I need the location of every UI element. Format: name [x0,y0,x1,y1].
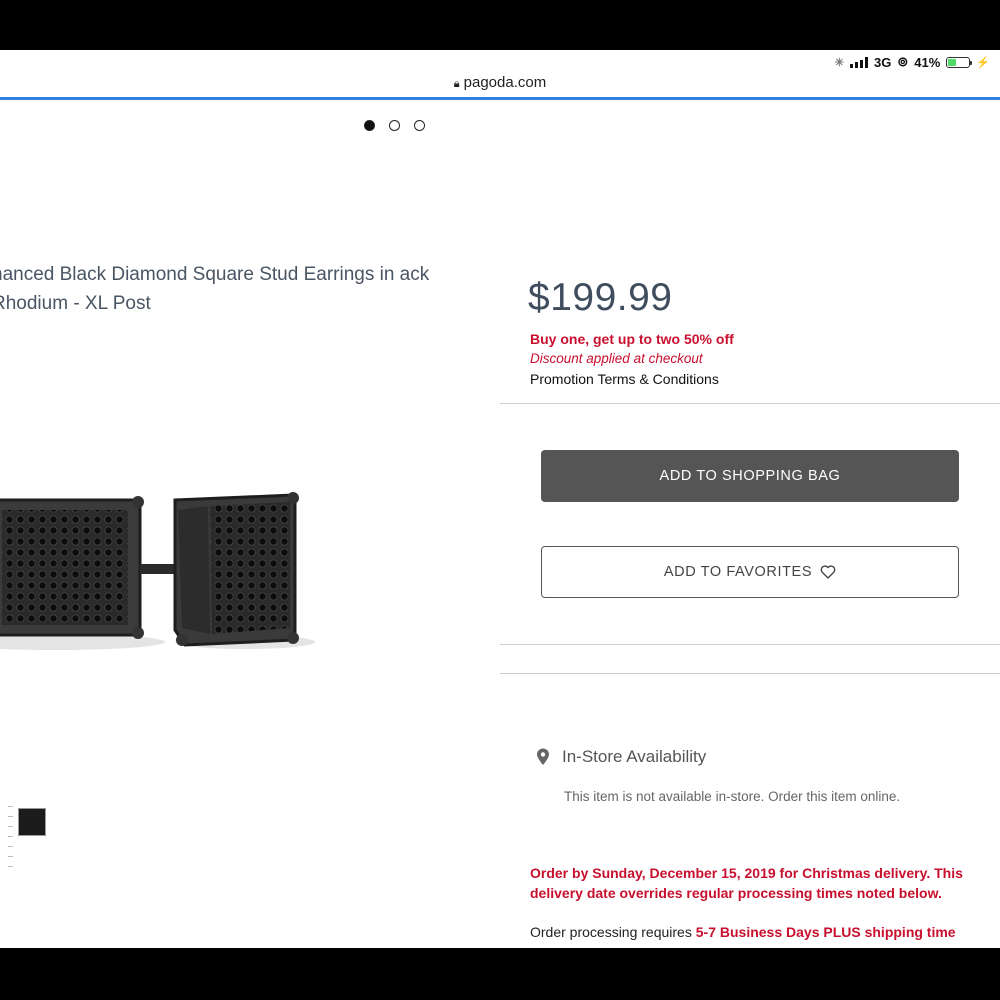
in-store-availability-label: In-Store Availability [562,747,707,766]
product-thumbnail[interactable] [18,808,46,836]
processing-time-notice: Order processing requires 5-7 Business D… [530,924,980,940]
battery-percent: 41% [914,54,941,70]
status-indicators: ✳ 3G ⊚ 41% ⚡ [835,54,990,70]
product-price: $199.99 [528,276,673,319]
divider [500,673,1000,674]
lock-icon: 🔒︎ [453,78,460,90]
battery-fill [948,58,957,66]
carousel-dot[interactable] [389,120,400,131]
activity-spinner-icon: ✳ [834,56,845,69]
promo-headline: Buy one, get up to two 50% off [530,331,734,347]
promo-subtext: Discount applied at checkout [530,351,703,366]
product-title: hanced Black Diamond Square Stud Earring… [0,264,430,314]
browser-screen: ✳ 3G ⊚ 41% ⚡ 🔒︎ pagoda.com hanced Black D… [0,50,1000,948]
page-load-progress [0,97,1000,100]
processing-prefix: Order processing requires [530,924,692,940]
divider [500,403,1000,404]
in-store-availability[interactable]: In-Store Availability [536,747,706,767]
add-to-bag-label: ADD TO SHOPPING BAG [659,468,841,484]
processing-highlight: 5-7 Business Days PLUS shipping time [695,924,956,940]
add-to-favorites-button[interactable]: ADD TO FAVORITES [541,546,959,598]
address-bar[interactable]: 🔒︎ pagoda.com [0,74,1000,96]
promo-terms-link[interactable]: Promotion Terms & Conditions [530,371,719,387]
holiday-delivery-notice: Order by Sunday, December 15, 2019 for C… [530,865,963,901]
status-bar: ✳ 3G ⊚ 41% ⚡ [0,50,1000,74]
charging-icon: ⚡ [976,56,990,69]
orientation-lock-icon: ⊚ [897,54,909,69]
signal-strength-icon [850,56,869,68]
heart-icon [820,565,836,579]
in-store-availability-note: This item is not available in-store. Ord… [564,789,901,804]
thumbnail-rail [8,806,16,876]
product-image[interactable] [0,470,320,660]
carousel-dot[interactable] [364,120,375,131]
carousel-dot[interactable] [414,120,425,131]
carousel-pagination [364,120,425,131]
url-text: pagoda.com [463,74,547,91]
location-pin-icon [537,748,549,765]
add-to-favorites-label: ADD TO FAVORITES [663,564,813,580]
divider [500,644,1000,645]
page-load-progress-fill [0,97,1000,100]
battery-icon [946,56,973,68]
network-type: 3G [874,54,892,70]
add-to-bag-button[interactable]: ADD TO SHOPPING BAG [541,450,959,502]
